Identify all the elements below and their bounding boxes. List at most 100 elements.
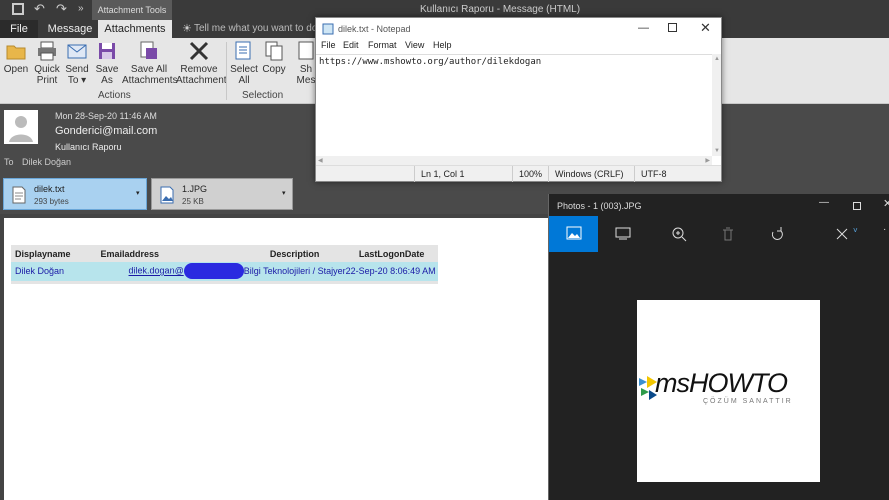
image-file-icon [160, 186, 174, 204]
column-header-displayname: Displayname [15, 248, 71, 259]
copy-label: Copy [262, 64, 286, 75]
menu-format[interactable]: Format [368, 40, 397, 50]
minimize-icon[interactable]: — [819, 197, 829, 208]
email-link[interactable]: dilek.dogan@ [129, 266, 184, 276]
logo-text: msHOWTO [655, 368, 788, 398]
printer-icon [38, 41, 56, 61]
slideshow-icon[interactable] [615, 227, 631, 241]
image-icon[interactable] [549, 216, 598, 252]
status-encoding: UTF-8 [634, 166, 667, 182]
chevron-down-icon[interactable]: ▾ [136, 189, 140, 197]
ribbon-separator [226, 42, 227, 100]
tab-message[interactable]: Message [44, 20, 96, 38]
maximize-icon[interactable] [668, 23, 677, 32]
tab-attachments[interactable]: Attachments [98, 20, 172, 38]
attachment-1-jpg[interactable]: 1.JPG 25 KB ▾ [151, 178, 293, 210]
edit-icon[interactable] [835, 227, 849, 241]
open-button[interactable]: Open [2, 40, 30, 75]
chevron-down-icon[interactable]: ▾ [282, 189, 286, 197]
maximize-icon[interactable] [853, 202, 861, 210]
open-label: Open [3, 64, 29, 75]
close-icon[interactable]: ✕ [883, 197, 889, 210]
scroll-up-icon[interactable]: ▲ [714, 56, 720, 62]
scroll-right-icon[interactable]: ▶ [705, 157, 710, 164]
undo-icon[interactable]: ↶ [34, 1, 45, 17]
copy-button[interactable]: Copy [260, 40, 288, 75]
quick-print-label: Quick Print [34, 64, 60, 86]
attachment-dilek-txt[interactable]: dilek.txt 293 bytes ▾ [3, 178, 147, 210]
to-label: To [4, 157, 14, 167]
menu-view[interactable]: View [405, 40, 424, 50]
scroll-down-icon[interactable]: ▼ [714, 148, 720, 154]
menu-edit[interactable]: Edit [343, 40, 359, 50]
save-as-label: Save As [95, 64, 119, 86]
horizontal-scrollbar[interactable]: ◀ ▶ [316, 156, 712, 165]
close-icon[interactable]: ✕ [700, 20, 711, 36]
folder-open-icon [6, 45, 26, 60]
notepad-status-bar: Ln 1, Col 1 100% Windows (CRLF) UTF-8 [316, 165, 721, 182]
remove-attachment-button[interactable]: Remove Attachment [176, 40, 227, 86]
message-body: Displayname Emailaddress Description Las… [4, 218, 550, 500]
photos-title: Photos - 1 (003).JPG [557, 201, 642, 211]
redo-icon[interactable]: ↷ [56, 1, 67, 17]
show-message-label: Sh [299, 64, 313, 75]
photos-window: Photos - 1 (003).JPG — ✕ ˅ · msHOWTO ÇÖZ… [548, 194, 889, 500]
delete-icon[interactable] [721, 226, 735, 242]
column-header-description: Description [269, 248, 320, 259]
send-icon [67, 44, 87, 59]
lightbulb-icon: ☀ [182, 23, 192, 35]
minimize-icon[interactable]: — [638, 22, 649, 34]
user-report-table: Displayname Emailaddress Description Las… [11, 245, 438, 284]
more-icon[interactable]: · [883, 224, 886, 235]
message-recipient[interactable]: Dilek Doğan [22, 157, 71, 167]
notepad-title-bar: dilek.txt - Notepad — ✕ [316, 18, 721, 40]
save-all-attachments-button[interactable]: Save All Attachments [122, 40, 178, 86]
chevron-down-icon[interactable]: ˅ [853, 226, 858, 235]
rotate-icon[interactable] [769, 226, 785, 242]
remove-attachment-label: Remove Attachment [176, 64, 227, 86]
notepad-text-area[interactable]: https://www.mshowto.org/author/dilekdoga… [316, 54, 712, 156]
notepad-window: dilek.txt - Notepad — ✕ File Edit Format… [315, 17, 722, 182]
menu-file[interactable]: File [321, 40, 336, 50]
customize-qat-icon[interactable]: » [78, 3, 84, 14]
table-row: Dilek Doğan dilek.dogan@ Bilgi Teknoloji… [11, 262, 438, 282]
zoom-in-icon[interactable] [671, 226, 687, 242]
notepad-icon [322, 23, 334, 35]
notepad-title: dilek.txt - Notepad [338, 24, 411, 34]
remove-icon [189, 41, 209, 61]
cell-description: Bilgi Teknolojileri / Stajyer [243, 266, 346, 277]
save-as-icon [99, 43, 115, 59]
group-selection: Selection [242, 90, 284, 101]
logo-tagline: ÇÖZÜM SANATTIR [703, 398, 793, 405]
group-actions: Actions [98, 90, 131, 101]
redacted-mark [183, 263, 244, 280]
photo-canvas: msHOWTO ÇÖZÜM SANATTIR [637, 300, 820, 482]
column-header-emailaddress: Emailaddress [100, 248, 160, 259]
message-icon [298, 41, 314, 60]
attachment-name: dilek.txt [34, 184, 65, 194]
save-as-button[interactable]: Save As [92, 40, 122, 86]
select-all-label: Select All [230, 64, 258, 86]
text-file-icon [12, 186, 26, 204]
context-tab-label: Attachment Tools [92, 0, 172, 20]
status-line-ending: Windows (CRLF) [548, 166, 624, 182]
tell-me-input[interactable]: Tell me what you want to do... [194, 23, 326, 34]
attachment-size: 25 KB [182, 197, 204, 206]
menu-help[interactable]: Help [433, 40, 452, 50]
save-icon[interactable] [12, 3, 24, 15]
select-all-icon [235, 41, 251, 60]
send-to-button[interactable]: Send To ▾ [62, 40, 92, 86]
tab-file[interactable]: File [0, 20, 38, 38]
message-from[interactable]: Gonderici@mail.com [55, 125, 157, 137]
select-all-button[interactable]: Select All [230, 40, 258, 86]
vertical-scrollbar[interactable]: ▲ ▼ [712, 54, 721, 156]
status-zoom: 100% [512, 166, 542, 182]
notepad-content: https://www.mshowto.org/author/dilekdoga… [319, 57, 542, 67]
show-message-label-2: Mes [296, 75, 316, 86]
table-header-row: Displayname Emailaddress Description Las… [11, 245, 438, 262]
quick-print-button[interactable]: Quick Print [32, 40, 62, 86]
message-date: Mon 28-Sep-20 11:46 AM [55, 111, 157, 121]
show-message-button[interactable]: Sh Mes [296, 40, 316, 86]
save-all-icon [140, 41, 157, 59]
scroll-left-icon[interactable]: ◀ [318, 157, 323, 164]
